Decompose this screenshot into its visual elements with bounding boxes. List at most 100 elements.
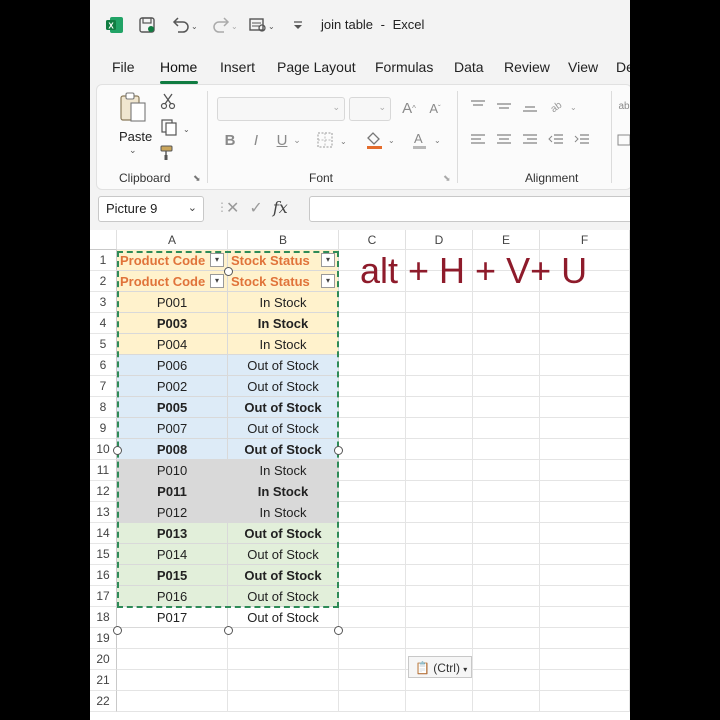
cell-a10[interactable]: P008 xyxy=(117,439,228,460)
row-header-6[interactable]: 6 xyxy=(90,355,117,376)
borders-icon[interactable]: ⌄ xyxy=(315,129,351,151)
cell-a16[interactable]: P015 xyxy=(117,565,228,586)
row-header-20[interactable]: 20 xyxy=(90,649,117,670)
cell-b5[interactable]: In Stock xyxy=(228,334,339,355)
orientation-icon[interactable]: ab ⌄ xyxy=(547,97,581,115)
tab-home[interactable]: Home xyxy=(160,59,197,75)
row-header-5[interactable]: 5 xyxy=(90,334,117,355)
row-header-4[interactable]: 4 xyxy=(90,313,117,334)
cell-b15[interactable]: Out of Stock xyxy=(228,544,339,565)
save-icon[interactable] xyxy=(136,14,158,36)
resize-handle[interactable] xyxy=(334,446,343,455)
cell-b11[interactable]: In Stock xyxy=(228,460,339,481)
column-header-e[interactable]: E xyxy=(473,230,540,250)
tab-data[interactable]: Data xyxy=(454,59,484,75)
cell-a14[interactable]: P013 xyxy=(117,523,228,544)
fill-color-icon[interactable]: ⌄ xyxy=(363,129,399,151)
copy-icon[interactable]: ⌄ xyxy=(157,117,195,137)
tab-page-layout[interactable]: Page Layout xyxy=(277,59,356,75)
tab-review[interactable]: Review xyxy=(504,59,550,75)
cell-b17[interactable]: Out of Stock xyxy=(228,586,339,607)
cell-a6[interactable]: P006 xyxy=(117,355,228,376)
cell-a12[interactable]: P011 xyxy=(117,481,228,502)
cell-a3[interactable]: P001 xyxy=(117,292,228,313)
cell-b8[interactable]: Out of Stock xyxy=(228,397,339,418)
resize-handle[interactable] xyxy=(113,446,122,455)
row-header-11[interactable]: 11 xyxy=(90,460,117,481)
cell-a11[interactable]: P010 xyxy=(117,460,228,481)
align-left-icon[interactable] xyxy=(469,131,487,149)
tab-insert[interactable]: Insert xyxy=(220,59,255,75)
chevron-down-icon[interactable]: ⌄ xyxy=(188,201,197,214)
row-header-22[interactable]: 22 xyxy=(90,691,117,712)
row-header-8[interactable]: 8 xyxy=(90,397,117,418)
cell-b12[interactable]: In Stock xyxy=(228,481,339,502)
cancel-icon[interactable]: ✕ xyxy=(226,198,239,218)
select-all-corner[interactable] xyxy=(90,230,117,250)
row-header-13[interactable]: 13 xyxy=(90,502,117,523)
row-header-3[interactable]: 3 xyxy=(90,292,117,313)
italic-button[interactable]: I xyxy=(247,129,265,151)
cell-b4[interactable]: In Stock xyxy=(228,313,339,334)
undo-icon[interactable]: ⌄ xyxy=(168,14,198,36)
underline-dropdown-icon[interactable]: ⌄ xyxy=(291,129,303,151)
paste-icon[interactable] xyxy=(113,91,153,125)
tab-file[interactable]: File xyxy=(112,59,135,75)
filter-dropdown-icon[interactable]: ▾ xyxy=(210,274,224,288)
row-header-2[interactable]: 2 xyxy=(90,271,117,292)
cut-icon[interactable] xyxy=(157,91,179,111)
cell-b18[interactable]: Out of Stock xyxy=(228,607,339,628)
font-launcher-icon[interactable]: ⬊ xyxy=(443,173,451,184)
cell-a9[interactable]: P007 xyxy=(117,418,228,439)
tab-developer[interactable]: De xyxy=(616,59,630,75)
align-center-icon[interactable] xyxy=(495,131,513,149)
filter-dropdown-icon[interactable]: ▾ xyxy=(210,253,224,267)
cell-a4[interactable]: P003 xyxy=(117,313,228,334)
bold-button[interactable]: B xyxy=(221,129,239,151)
row-header-15[interactable]: 15 xyxy=(90,544,117,565)
cell-b6[interactable]: Out of Stock xyxy=(228,355,339,376)
tab-view[interactable]: View xyxy=(568,59,598,75)
underline-button[interactable]: U xyxy=(273,129,291,151)
column-header-d[interactable]: D xyxy=(406,230,473,250)
row-header-12[interactable]: 12 xyxy=(90,481,117,502)
top-align-icon[interactable] xyxy=(469,97,487,115)
row-header-14[interactable]: 14 xyxy=(90,523,117,544)
tab-formulas[interactable]: Formulas xyxy=(375,59,433,75)
cell-b7[interactable]: Out of Stock xyxy=(228,376,339,397)
name-box[interactable]: Picture 9 ⌄ xyxy=(98,196,204,222)
decrease-font-icon[interactable]: Aˇ xyxy=(425,97,445,119)
print-preview-icon[interactable]: ⌄ xyxy=(246,14,276,36)
cell-b14[interactable]: Out of Stock xyxy=(228,523,339,544)
resize-handle[interactable] xyxy=(224,267,233,276)
column-header-b[interactable]: B xyxy=(228,230,339,250)
align-right-icon[interactable] xyxy=(521,131,539,149)
column-header-a[interactable]: A xyxy=(117,230,228,250)
cell-b9[interactable]: Out of Stock xyxy=(228,418,339,439)
formula-input[interactable] xyxy=(309,196,630,222)
cell-a8[interactable]: P005 xyxy=(117,397,228,418)
font-size-combo[interactable]: ⌄ xyxy=(349,97,391,121)
paste-options-button[interactable]: 📋 (Ctrl) ▾ xyxy=(408,656,472,678)
row-header-9[interactable]: 9 xyxy=(90,418,117,439)
cell-a13[interactable]: P012 xyxy=(117,502,228,523)
column-header-f[interactable]: F xyxy=(540,230,630,250)
cell-b2[interactable]: Stock Status ▾ xyxy=(228,271,339,292)
cell-b3[interactable]: In Stock xyxy=(228,292,339,313)
insert-function-icon[interactable]: fx xyxy=(273,198,288,218)
increase-font-icon[interactable]: A ^ xyxy=(399,97,419,119)
cell-a15[interactable]: P014 xyxy=(117,544,228,565)
redo-icon[interactable]: ⌄ xyxy=(208,14,238,36)
cell-a18[interactable]: P017 xyxy=(117,607,228,628)
cell-b13[interactable]: In Stock xyxy=(228,502,339,523)
clipboard-launcher-icon[interactable]: ⬊ xyxy=(193,173,201,184)
format-painter-icon[interactable] xyxy=(157,143,179,163)
cell-b16[interactable]: Out of Stock xyxy=(228,565,339,586)
font-color-icon[interactable]: A ⌄ xyxy=(409,129,445,151)
enter-icon[interactable]: ✓ xyxy=(249,198,262,218)
row-header-18[interactable]: 18 xyxy=(90,607,117,628)
middle-align-icon[interactable] xyxy=(495,97,513,115)
resize-handle[interactable] xyxy=(334,626,343,635)
resize-handle[interactable] xyxy=(113,626,122,635)
column-header-c[interactable]: C xyxy=(339,230,406,250)
